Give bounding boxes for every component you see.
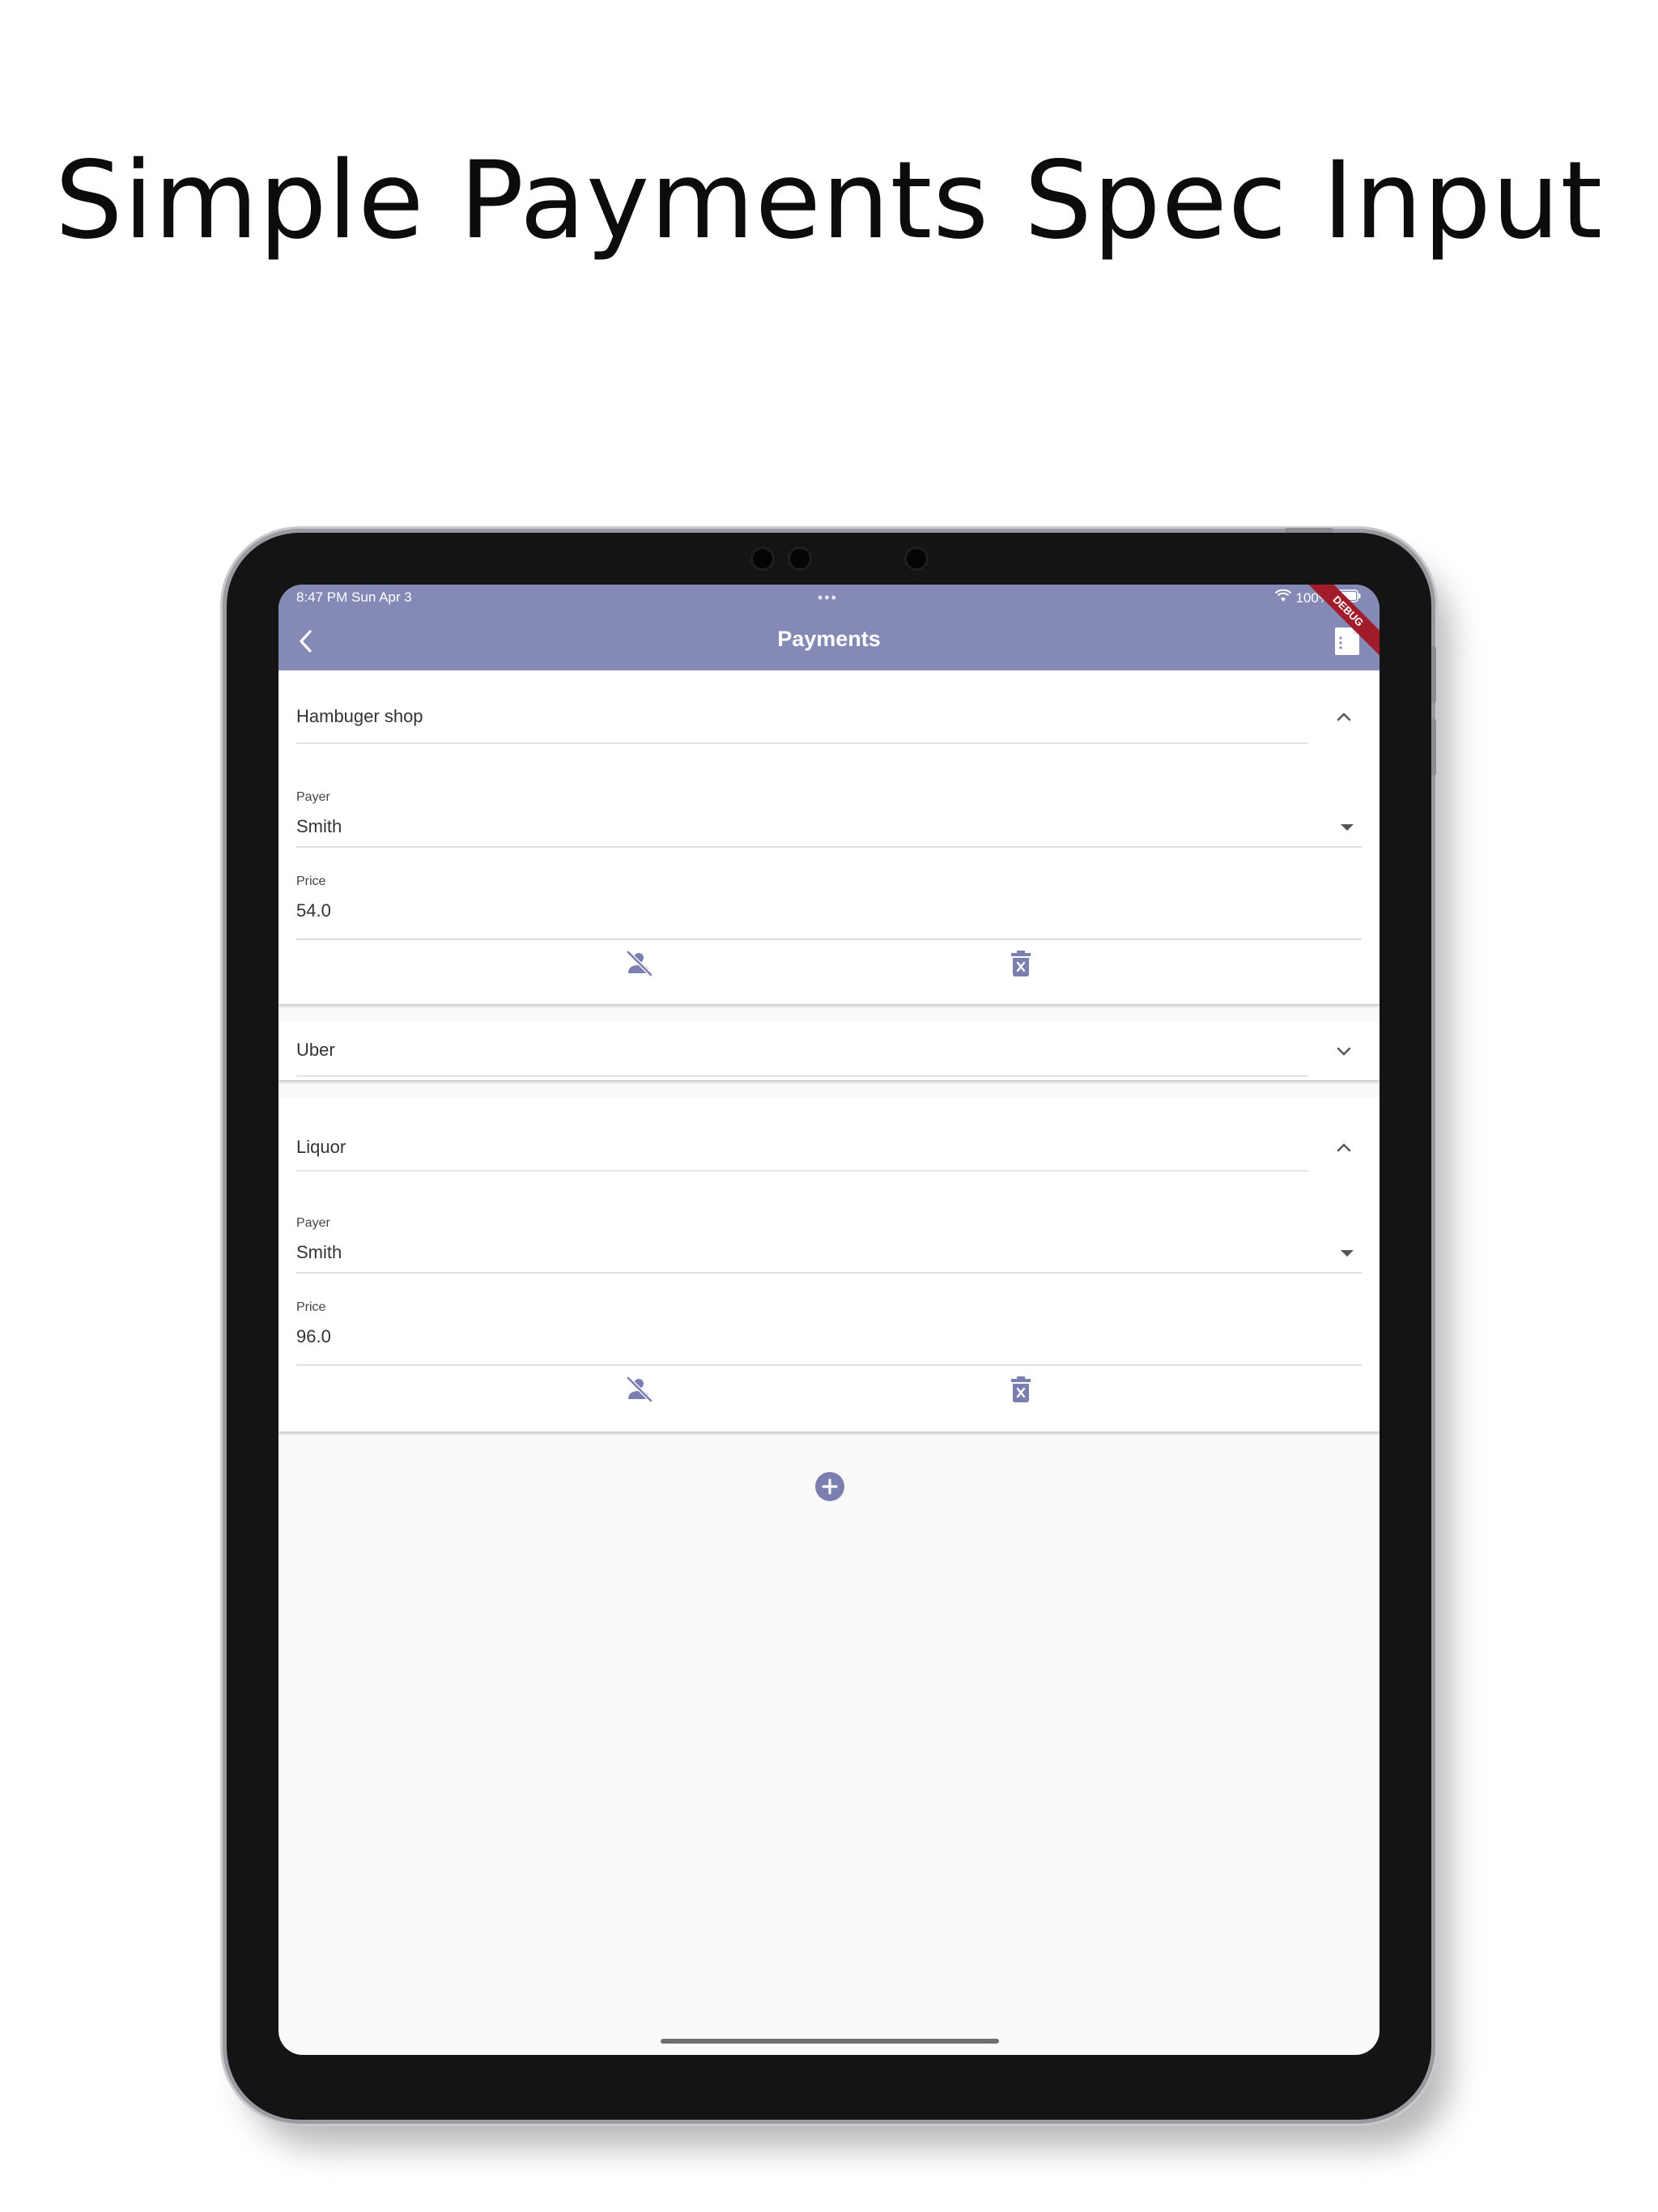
chevron-up-icon[interactable] [1333, 706, 1355, 729]
top-button [1285, 528, 1333, 533]
payment-title[interactable]: Liquor [296, 1137, 346, 1158]
home-indicator[interactable] [661, 2039, 999, 2044]
title-underline [296, 1170, 1308, 1172]
remove-payer-button[interactable] [623, 1373, 656, 1406]
panel-header[interactable]: Hambuger shop [278, 670, 1380, 751]
delete-forever-icon [1011, 951, 1031, 976]
payer-label: Payer [296, 790, 330, 804]
remove-payer-button[interactable] [623, 947, 656, 980]
panel-header[interactable]: Liquor [278, 1098, 1380, 1179]
payment-panel: Liquor Payer Smith Price 96.0 [278, 1098, 1380, 1431]
promo-title: Simple Payments Spec Input [54, 138, 1604, 263]
payer-underline [296, 846, 1362, 848]
payer-underline [296, 1272, 1362, 1274]
screen: 8:47 PM Sun Apr 3 ••• 100% Payments DEBU… [278, 585, 1380, 2055]
title-underline [296, 742, 1308, 744]
sensor-left [753, 549, 772, 568]
person-off-icon [627, 1376, 653, 1402]
delete-payment-button[interactable] [1005, 1373, 1037, 1406]
delete-forever-icon [1011, 1376, 1031, 1402]
page-title: Payments [777, 627, 881, 651]
volume-up-button [1431, 646, 1436, 703]
payer-dropdown[interactable]: Smith [296, 1242, 342, 1263]
payment-panel: Hambuger shop Payer Smith Price 54.0 [278, 670, 1380, 1004]
payment-title[interactable]: Hambuger shop [296, 706, 423, 727]
dropdown-arrow-icon[interactable] [1341, 824, 1354, 831]
payment-title[interactable]: Uber [296, 1040, 335, 1061]
price-underline [296, 1364, 1362, 1366]
price-input[interactable]: 54.0 [296, 900, 331, 921]
add-payment-button[interactable] [815, 1472, 844, 1501]
chevron-up-icon[interactable] [1333, 1137, 1355, 1159]
front-camera [790, 549, 810, 568]
wifi-icon [1274, 589, 1291, 606]
dropdown-arrow-icon[interactable] [1341, 1250, 1354, 1257]
price-underline [296, 938, 1362, 940]
status-time: 8:47 PM Sun Apr 3 [296, 589, 412, 605]
price-label: Price [296, 1300, 326, 1314]
app-bar: 8:47 PM Sun Apr 3 ••• 100% Payments DEBU… [278, 585, 1380, 670]
payment-panel: Uber [278, 1022, 1380, 1080]
multitask-dots[interactable]: ••• [818, 589, 838, 606]
price-input[interactable]: 96.0 [296, 1326, 331, 1347]
sensor-right [907, 549, 926, 568]
payer-label: Payer [296, 1216, 330, 1230]
price-label: Price [296, 874, 326, 888]
title-underline [296, 1075, 1308, 1077]
volume-down-button [1431, 719, 1436, 776]
person-off-icon [627, 951, 653, 976]
delete-payment-button[interactable] [1005, 947, 1037, 980]
add-circle-icon [822, 1478, 838, 1495]
tablet-frame: 8:47 PM Sun Apr 3 ••• 100% Payments DEBU… [227, 528, 1436, 2120]
chevron-down-icon[interactable] [1333, 1040, 1355, 1062]
payer-dropdown[interactable]: Smith [296, 816, 342, 837]
